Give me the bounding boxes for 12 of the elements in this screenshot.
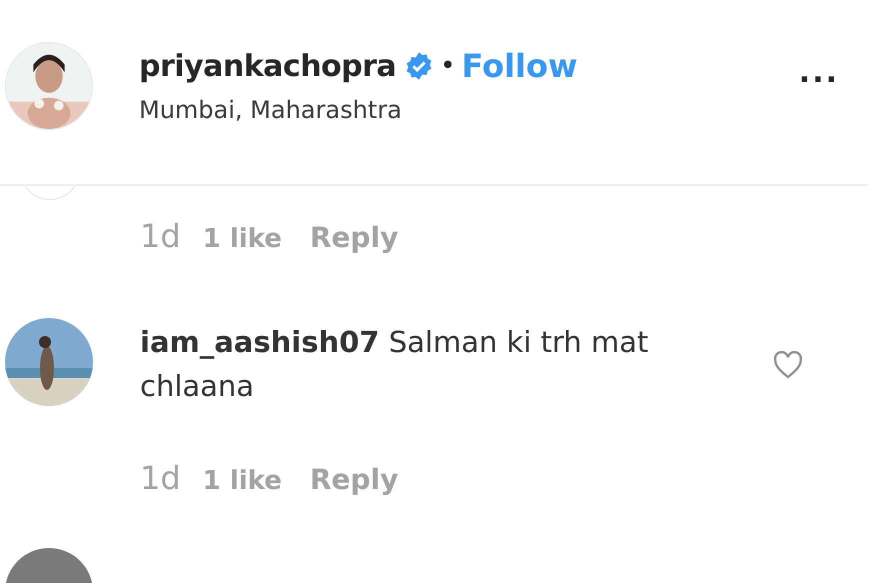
comment-time: 1d xyxy=(140,216,181,257)
likes-count[interactable]: 1 like xyxy=(202,462,282,501)
comment-time: 1d xyxy=(140,458,181,499)
username[interactable]: priyankachopra xyxy=(139,44,396,88)
more-options-button[interactable]: ... xyxy=(798,58,839,88)
likes-count[interactable]: 1 like xyxy=(202,220,282,259)
separator-dot: • xyxy=(440,50,456,82)
location[interactable]: Mumbai, Maharashtra xyxy=(139,92,578,128)
reply-button[interactable]: Reply xyxy=(310,459,398,501)
comment-text: iam_aashish07 Salman ki trh mat chlaana xyxy=(140,324,650,405)
reply-button[interactable]: Reply xyxy=(310,217,398,259)
follow-button[interactable]: Follow xyxy=(462,42,578,90)
